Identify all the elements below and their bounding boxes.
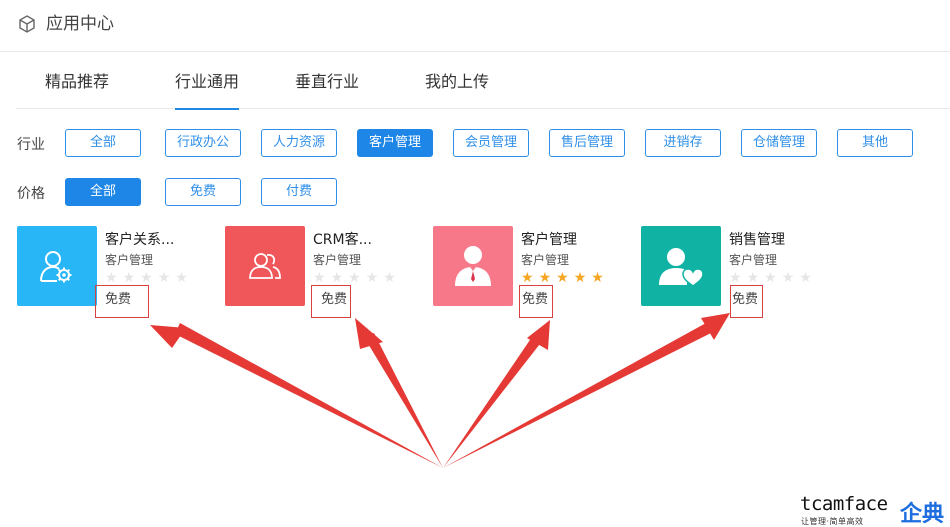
- arrow-icon: [443, 323, 711, 468]
- arrow-icon: [443, 334, 543, 468]
- brand-logo: tcamface 企典 让管理·简单高效: [800, 493, 950, 527]
- brand-name-en: tcamface: [800, 493, 888, 515]
- brand-slogan: 让管理·简单高效: [801, 517, 864, 526]
- annotation-arrows: [150, 313, 730, 468]
- brand-name-zh: 企典: [900, 502, 945, 527]
